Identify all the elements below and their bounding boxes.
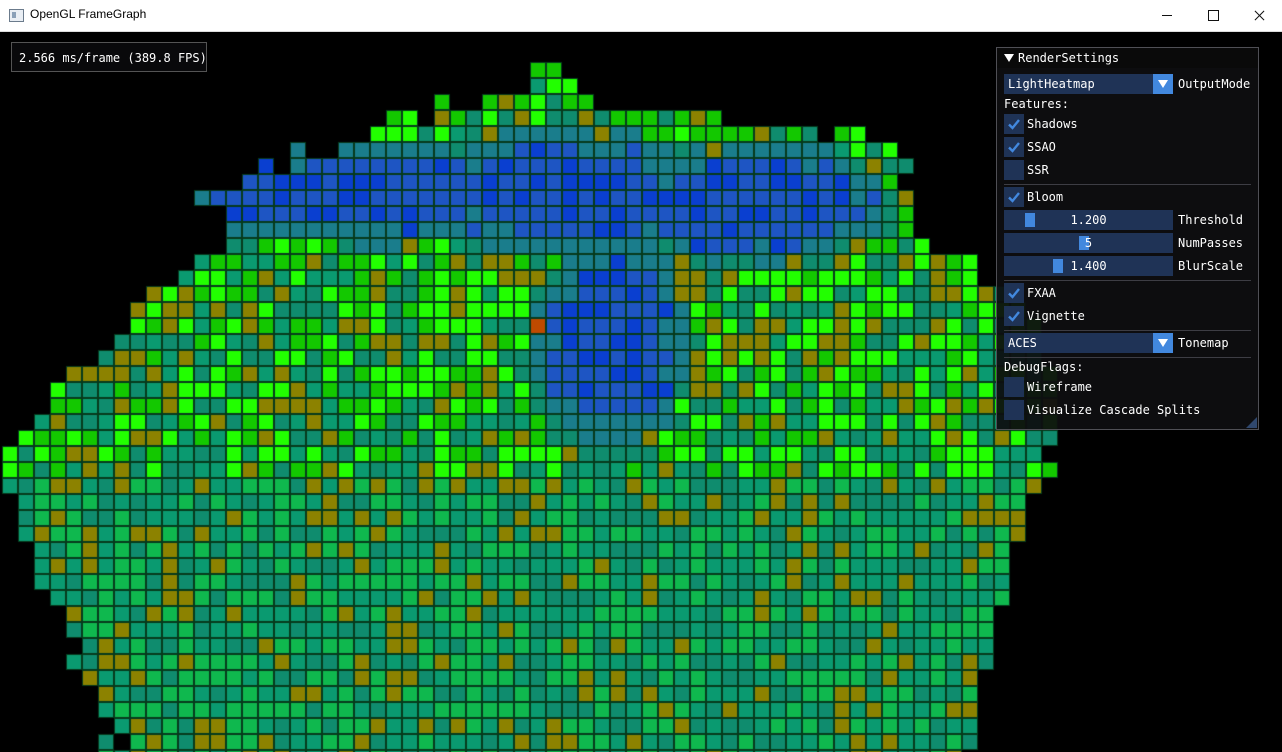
output-mode-value: LightHeatmap <box>1008 77 1095 91</box>
checkbox-box[interactable] <box>1004 187 1024 207</box>
maximize-button[interactable] <box>1190 0 1236 31</box>
panel-title-bar[interactable]: RenderSettings <box>997 48 1258 68</box>
separator <box>1004 184 1251 185</box>
shadows-label: Shadows <box>1027 117 1078 131</box>
tonemap-value: ACES <box>1008 336 1037 350</box>
fxaa-label: FXAA <box>1027 286 1056 300</box>
tonemap-label: Tonemap <box>1178 336 1229 350</box>
checkbox-box[interactable] <box>1004 306 1024 326</box>
frame-stats-text: 2.566 ms/frame (389.8 FPS) <box>19 51 207 65</box>
bloom-label: Bloom <box>1027 190 1064 204</box>
output-mode-combo[interactable]: LightHeatmap <box>1004 74 1173 94</box>
vignette-label: Vignette <box>1027 309 1085 323</box>
blur-scale-label: BlurScale <box>1178 259 1244 273</box>
checkbox-box[interactable] <box>1004 400 1024 420</box>
collapse-triangle-icon[interactable] <box>1004 54 1014 62</box>
blur-scale-slider[interactable]: 1.400 <box>1004 256 1173 276</box>
ssao-label: SSAO <box>1027 140 1056 154</box>
chevron-down-icon <box>1158 80 1168 88</box>
render-viewport[interactable]: 2.566 ms/frame (389.8 FPS) RenderSetting… <box>0 32 1282 752</box>
checkmark-icon <box>1008 142 1020 153</box>
panel-title: RenderSettings <box>1018 51 1120 65</box>
blur-scale-value: 1.400 <box>1070 259 1107 273</box>
checkbox-box[interactable] <box>1004 377 1024 397</box>
chevron-down-icon <box>1158 339 1168 347</box>
separator <box>1004 330 1251 331</box>
checkbox-box[interactable] <box>1004 283 1024 303</box>
threshold-value: 1.200 <box>1070 213 1107 227</box>
debug-flags-heading: DebugFlags: <box>1004 360 1084 374</box>
separator <box>1004 357 1251 358</box>
frame-stats-overlay: 2.566 ms/frame (389.8 FPS) <box>11 42 207 72</box>
num-passes-value: 5 <box>1084 236 1093 250</box>
visualize-cascade-splits-label: Visualize Cascade Splits <box>1027 403 1201 417</box>
window-title: OpenGL FrameGraph <box>30 7 147 21</box>
title-bar: OpenGL FrameGraph <box>0 0 1282 32</box>
tonemap-combo[interactable]: ACES <box>1004 333 1173 353</box>
separator <box>1004 280 1251 281</box>
output-mode-dropdown-arrow[interactable] <box>1153 74 1173 94</box>
num-passes-slider[interactable]: 5 <box>1004 233 1173 253</box>
close-button[interactable] <box>1236 0 1282 31</box>
app-icon <box>9 9 24 22</box>
threshold-label: Threshold <box>1178 213 1244 227</box>
num-passes-label: NumPasses <box>1178 236 1244 250</box>
render-settings-panel[interactable]: RenderSettings LightHeatmap OutputMode F… <box>996 47 1259 430</box>
features-heading: Features: <box>1004 97 1070 111</box>
checkbox-box[interactable] <box>1004 114 1024 134</box>
tonemap-dropdown-arrow[interactable] <box>1153 333 1173 353</box>
checkmark-icon <box>1008 311 1020 322</box>
resize-grip-icon[interactable] <box>1246 417 1257 428</box>
ssr-label: SSR <box>1027 163 1049 177</box>
wireframe-label: Wireframe <box>1027 380 1093 394</box>
output-mode-label: OutputMode <box>1178 77 1251 91</box>
checkbox-box[interactable] <box>1004 160 1024 180</box>
threshold-slider[interactable]: 1.200 <box>1004 210 1173 230</box>
checkmark-icon <box>1008 192 1020 203</box>
minimize-button[interactable] <box>1144 0 1190 31</box>
checkmark-icon <box>1008 119 1020 130</box>
checkmark-icon <box>1008 288 1020 299</box>
checkbox-box[interactable] <box>1004 137 1024 157</box>
